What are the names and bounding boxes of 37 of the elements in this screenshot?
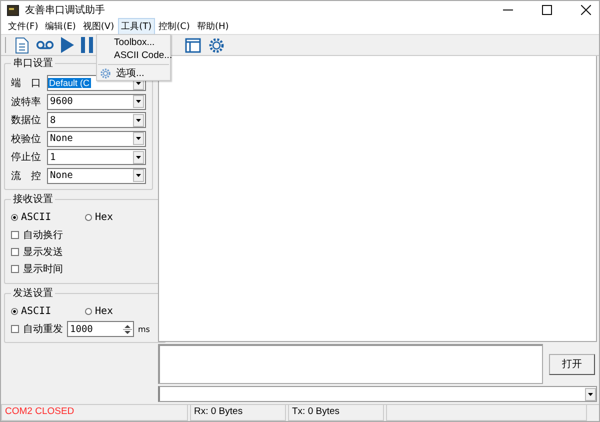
dropdown-field[interactable]: 9600 <box>47 94 146 110</box>
window-title: 友善串口调试助手 <box>25 4 105 17</box>
menu-item[interactable]: 文件(F) <box>5 18 42 35</box>
checkbox[interactable]: 显示发送 <box>11 244 63 258</box>
checkbox[interactable]: 自动重发 <box>11 322 63 336</box>
dropdown-field[interactable]: 1 <box>47 149 146 166</box>
radio-button[interactable]: Hex <box>85 212 159 222</box>
open-button[interactable]: 打开 <box>549 354 595 374</box>
radio-button[interactable]: ASCII <box>11 306 85 316</box>
menu-item[interactable]: 视图(V) <box>80 18 118 35</box>
status-text: COM2 CLOSED <box>1 405 188 421</box>
unit-label: ms <box>138 324 150 334</box>
menu-item[interactable]: 工具(T) <box>118 18 155 35</box>
menu-item[interactable]: 帮助(H) <box>194 18 232 35</box>
group-title: 串口设置 <box>13 58 53 69</box>
status-text: Rx: 0 Bytes <box>190 405 286 421</box>
group-title: 发送设置 <box>13 288 53 299</box>
field-label: 端 口 <box>11 76 42 90</box>
status-text: Tx: 0 Bytes <box>288 405 384 421</box>
menu-item[interactable]: ASCII Code... <box>97 49 170 62</box>
radio-button[interactable]: ASCII <box>11 212 85 222</box>
menu-item[interactable]: Toolbox... <box>97 36 170 49</box>
dropdown-field[interactable]: 8 <box>47 112 146 128</box>
menu-item[interactable]: 控制(C) <box>156 18 193 35</box>
checkbox[interactable]: 自动换行 <box>11 228 63 242</box>
group-title: 接收设置 <box>13 194 53 205</box>
checkbox[interactable]: 显示时间 <box>11 262 63 276</box>
interval-field[interactable]: 1000 <box>67 321 134 337</box>
dropdown-field[interactable]: None <box>47 168 146 184</box>
field-label: 波特率 <box>11 96 42 109</box>
field-label: 数据位 <box>11 114 42 128</box>
field-label: 流 控 <box>11 170 42 183</box>
field-label: 停止位 <box>11 150 42 164</box>
field-label: 校验位 <box>11 132 42 146</box>
menu-item[interactable]: 编辑(E) <box>42 18 79 35</box>
dropdown-field[interactable]: None <box>47 130 146 147</box>
radio-button[interactable]: Hex <box>85 306 159 316</box>
